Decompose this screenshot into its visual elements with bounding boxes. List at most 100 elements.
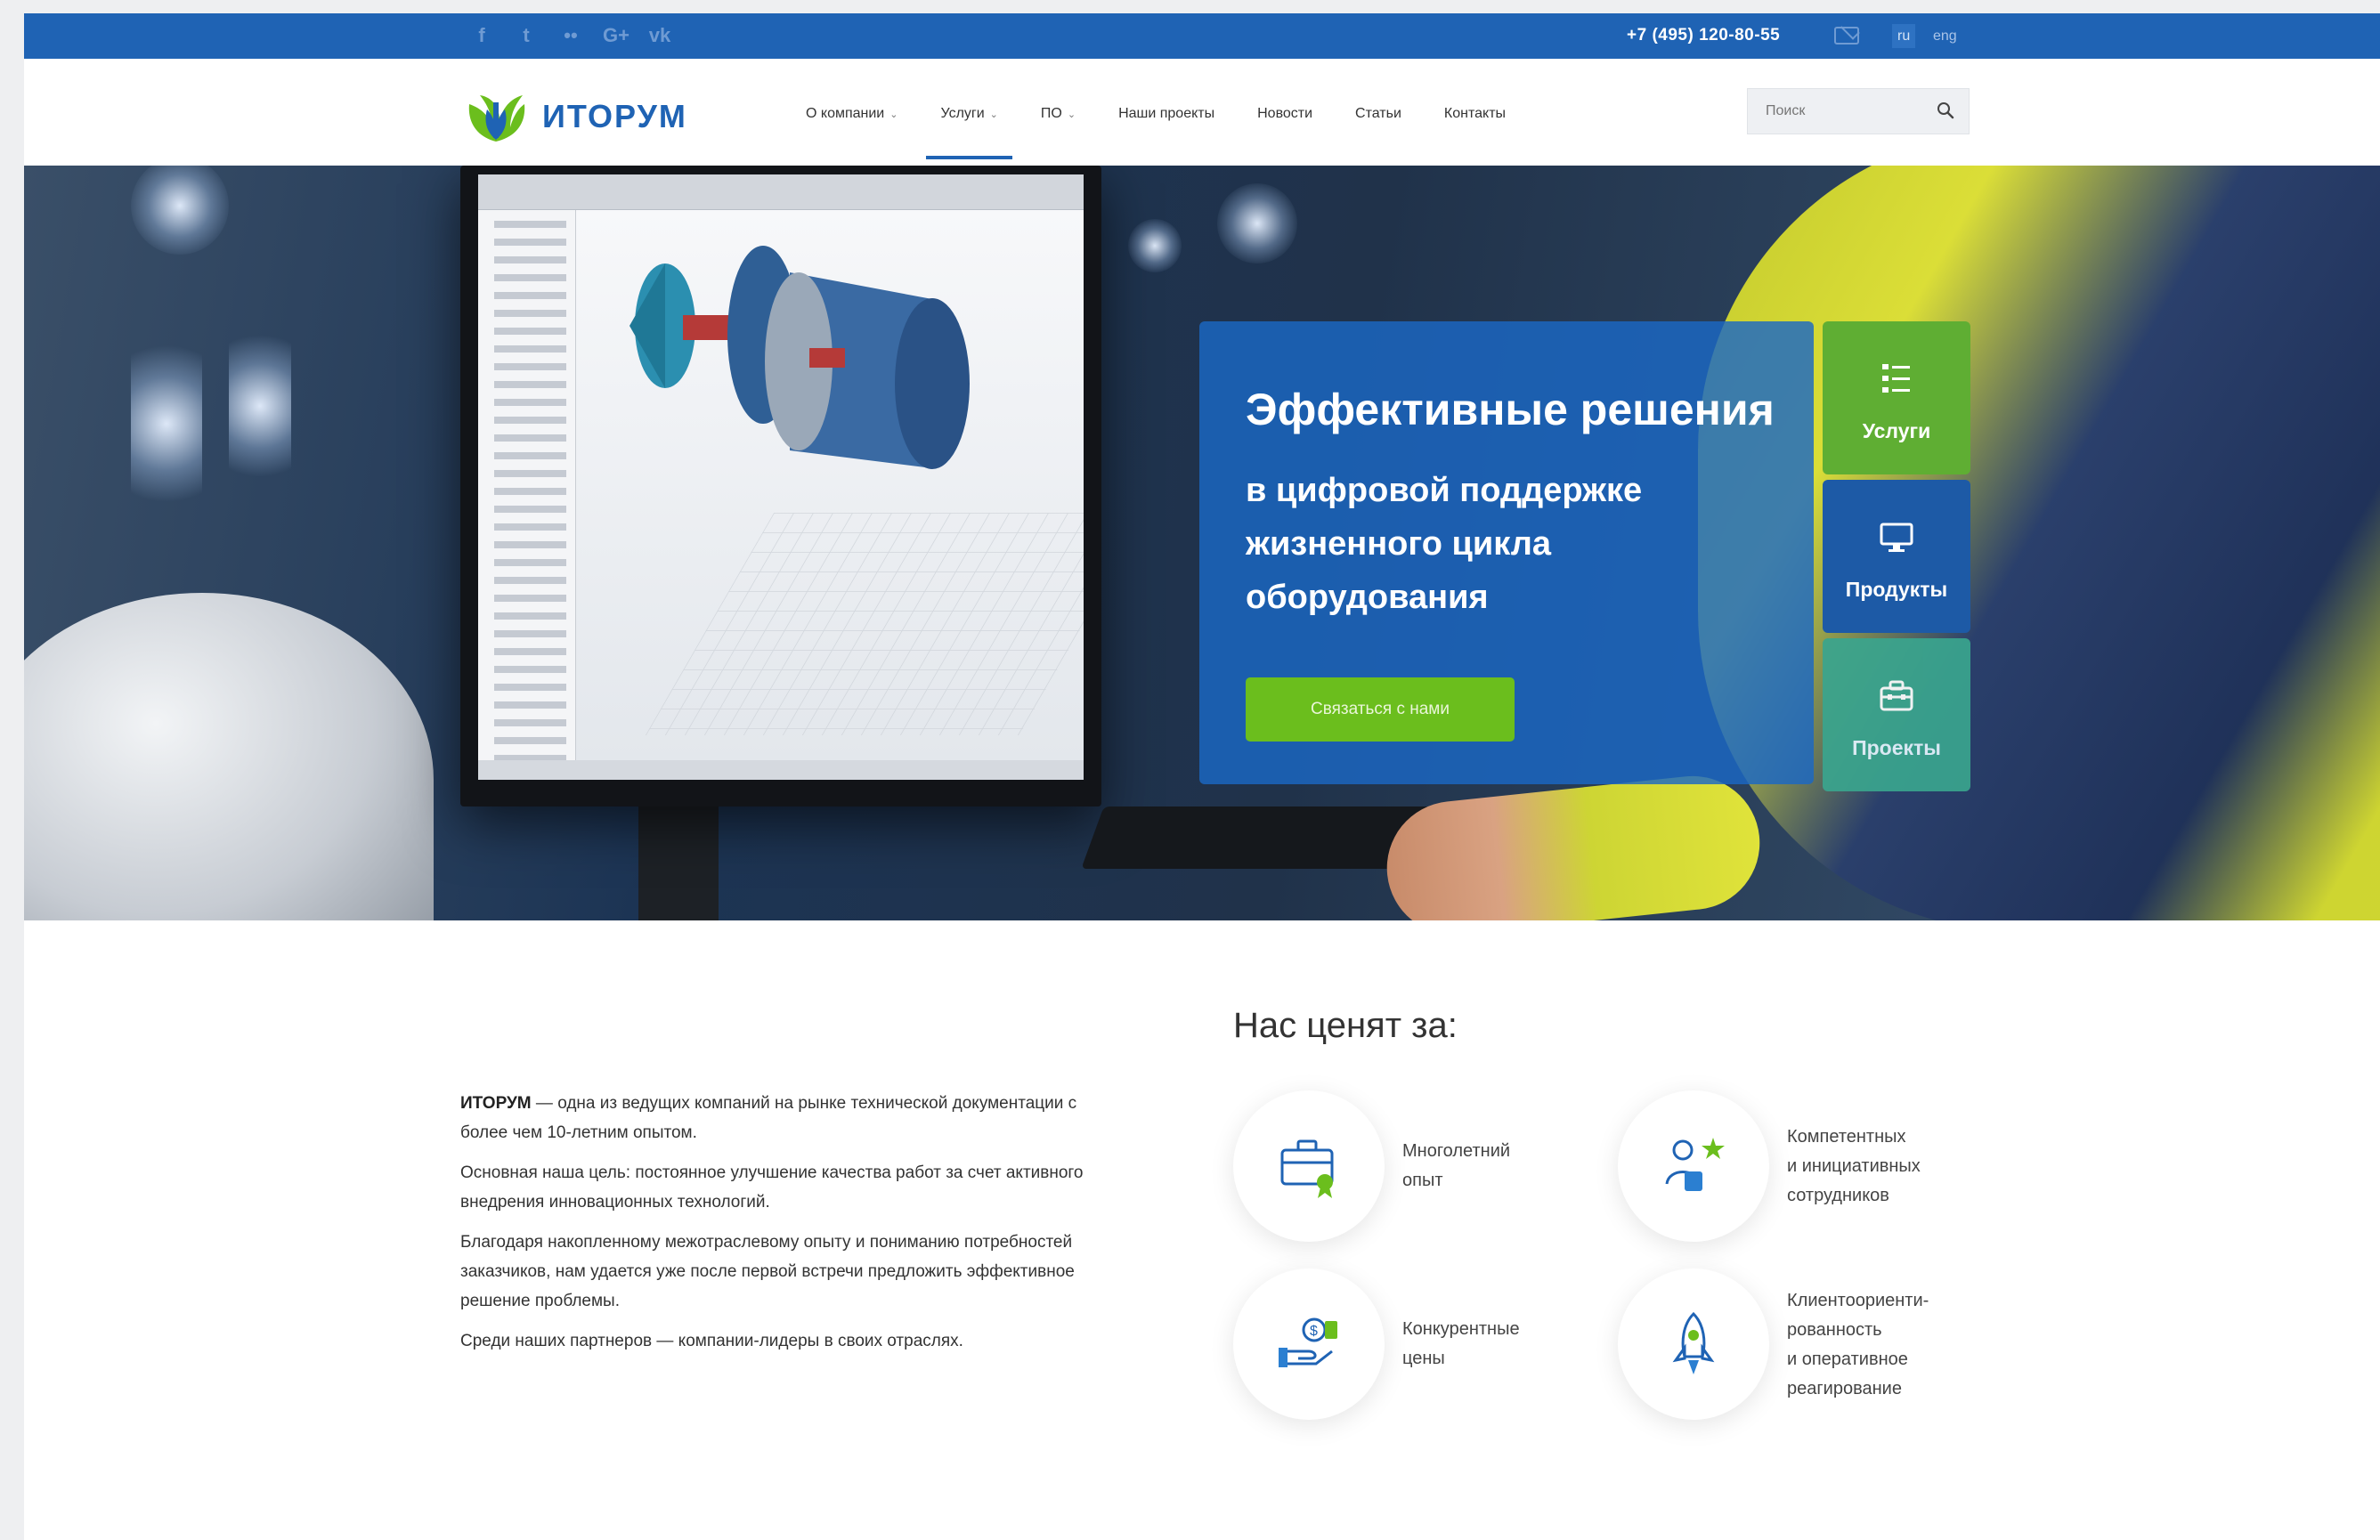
hero-subtitle: в цифровой поддержке жизненного цикла об… (1246, 472, 1643, 616)
mail-icon[interactable] (1834, 27, 1859, 45)
nav-label: ПО (1040, 106, 1062, 121)
cad-tree (478, 210, 576, 780)
rocket-icon (1672, 1311, 1715, 1374)
nav-item-about[interactable]: О компании ⌄ (806, 106, 898, 122)
about-brand: ИТОРУМ (460, 1094, 532, 1113)
logo-text: ИТОРУМ (542, 98, 687, 134)
background-light (131, 326, 202, 522)
value-text-line: и инициативных (1787, 1156, 1921, 1176)
value-text-line: рованность (1787, 1320, 1882, 1340)
value-circle (1618, 1090, 1769, 1242)
tile-projects-label: Проекты (1852, 736, 1941, 759)
employee-star-icon (1665, 1138, 1725, 1191)
google-plus-icon[interactable]: G+ (603, 24, 630, 47)
value-text-line: Многолетний (1402, 1141, 1511, 1161)
chevron-down-icon: ⌄ (1067, 109, 1076, 120)
search-input[interactable] (1748, 89, 1926, 134)
nav-label: Наши проекты (1118, 106, 1215, 121)
cad-status-bar (478, 760, 1084, 780)
monitor-stand (638, 806, 719, 920)
vk-icon[interactable]: vk (647, 24, 672, 47)
background-light (1217, 183, 1297, 263)
helmet-image (24, 593, 434, 920)
nav-label: Услуги (940, 106, 985, 121)
value-text-line: сотрудников (1787, 1186, 1889, 1205)
value-text-line: Конкурентные (1402, 1319, 1520, 1339)
monitor-image (460, 166, 1101, 806)
nav-item-services[interactable]: Услуги ⌄ (926, 106, 1013, 159)
nav-item-news[interactable]: Новости (1257, 106, 1312, 122)
cad-toolbar (478, 174, 1084, 210)
lang-eng[interactable]: eng (1928, 24, 1962, 48)
list-icon (1882, 364, 1910, 393)
facebook-icon[interactable]: f (469, 24, 494, 47)
flickr-icon[interactable]: •• (558, 24, 583, 47)
tile-projects[interactable]: Проекты (1823, 638, 1970, 791)
money-hand-icon: $ (1279, 1317, 1337, 1367)
site-header: ИТОРУМ О компании ⌄ Услуги ⌄ ПО ⌄ Наши прое… (24, 59, 2380, 166)
twitter-icon[interactable]: t (514, 24, 539, 47)
value-text-line: Клиентоориенти- (1787, 1291, 1929, 1310)
tile-services-label: Услуги (1862, 419, 1931, 442)
nav-item-contacts[interactable]: Контакты (1444, 106, 1506, 122)
hero-banner: Эффективные решения в цифровой поддержке… (24, 166, 2380, 920)
value-circle (1233, 1090, 1385, 1242)
logo-icon (468, 95, 525, 142)
chevron-down-icon: ⌄ (989, 109, 998, 120)
tile-products[interactable]: Продукты (1823, 480, 1970, 633)
value-circle (1618, 1268, 1769, 1420)
value-text: Конкурентные цены (1402, 1315, 1607, 1374)
value-item-client-focus: Клиентоориенти- рованность и оперативное… (1618, 1268, 1992, 1420)
value-text-line: Компетентных (1787, 1127, 1906, 1147)
value-item-experience: Многолетний опыт (1233, 1090, 1607, 1242)
value-text: Клиентоориенти- рованность и оперативное… (1787, 1286, 1992, 1404)
page: f t •• G+ vk +7 (495) 120-80-55 ru eng И… (24, 13, 2380, 1540)
monitor-icon (1880, 523, 1913, 552)
contact-us-button[interactable]: Связаться с нами (1246, 677, 1515, 742)
values-title: Нас ценят за: (1233, 1006, 1458, 1045)
about-intro: — одна из ведущих компаний на рынке техн… (460, 1094, 1077, 1142)
briefcase-award-icon (1280, 1139, 1334, 1198)
nav-label: Новости (1257, 106, 1313, 121)
value-text-line: цены (1402, 1349, 1445, 1368)
about-paragraph: Среди наших партнеров — компании-лидеры … (460, 1332, 963, 1350)
value-item-staff: Компетентных и инициативных сотрудников (1618, 1090, 1992, 1242)
search-box (1747, 88, 1970, 134)
nav-label: Статьи (1355, 106, 1401, 121)
lang-ru[interactable]: ru (1892, 24, 1916, 48)
nav-item-software[interactable]: ПО ⌄ (1041, 106, 1076, 122)
hand-image (1380, 769, 1767, 920)
top-bar: f t •• G+ vk +7 (495) 120-80-55 ru eng (24, 13, 2380, 59)
hero-card: Эффективные решения в цифровой поддержке… (1199, 321, 1814, 784)
cad-screen (478, 174, 1084, 780)
search-icon[interactable] (1937, 101, 1954, 119)
background-light (1128, 219, 1182, 272)
nav-label: О компании (806, 106, 885, 121)
value-text-line: опыт (1402, 1171, 1443, 1190)
background-light (131, 166, 229, 255)
phone-number[interactable]: +7 (495) 120-80-55 (1627, 26, 1780, 45)
value-text-line: и оперативное (1787, 1350, 1908, 1369)
briefcase-icon (1880, 680, 1913, 711)
about-paragraph: Благодаря накопленному межотраслевому оп… (460, 1233, 1075, 1310)
hero-title: Эффективные решения (1246, 385, 1775, 434)
value-text: Компетентных и инициативных сотрудников (1787, 1123, 1992, 1211)
logo[interactable]: ИТОРУМ (460, 88, 687, 145)
value-item-prices: $ Конкурентные цены (1233, 1268, 1607, 1420)
main-nav: О компании ⌄ Услуги ⌄ ПО ⌄ Наши проекты Нов… (806, 106, 1548, 159)
nav-item-articles[interactable]: Статьи (1355, 106, 1401, 122)
tile-services[interactable]: Услуги (1823, 321, 1970, 474)
about-section: ИТОРУМ — одна из ведущих компаний на рын… (460, 1089, 1101, 1366)
tile-products-label: Продукты (1845, 578, 1948, 601)
about-paragraph: ИТОРУМ — одна из ведущих компаний на рын… (460, 1089, 1101, 1147)
about-paragraph: Основная наша цель: постоянное улучшение… (460, 1163, 1084, 1212)
nav-item-projects[interactable]: Наши проекты (1118, 106, 1214, 122)
value-text-line: реагирование (1787, 1379, 1902, 1398)
nav-label: Контакты (1443, 106, 1507, 121)
cad-canvas (576, 210, 1084, 760)
social-links: f t •• G+ vk (469, 24, 672, 47)
svg-text:$: $ (1310, 1324, 1318, 1339)
background-light (229, 317, 291, 495)
value-text: Многолетний опыт (1402, 1137, 1607, 1196)
chevron-down-icon: ⌄ (889, 109, 898, 120)
